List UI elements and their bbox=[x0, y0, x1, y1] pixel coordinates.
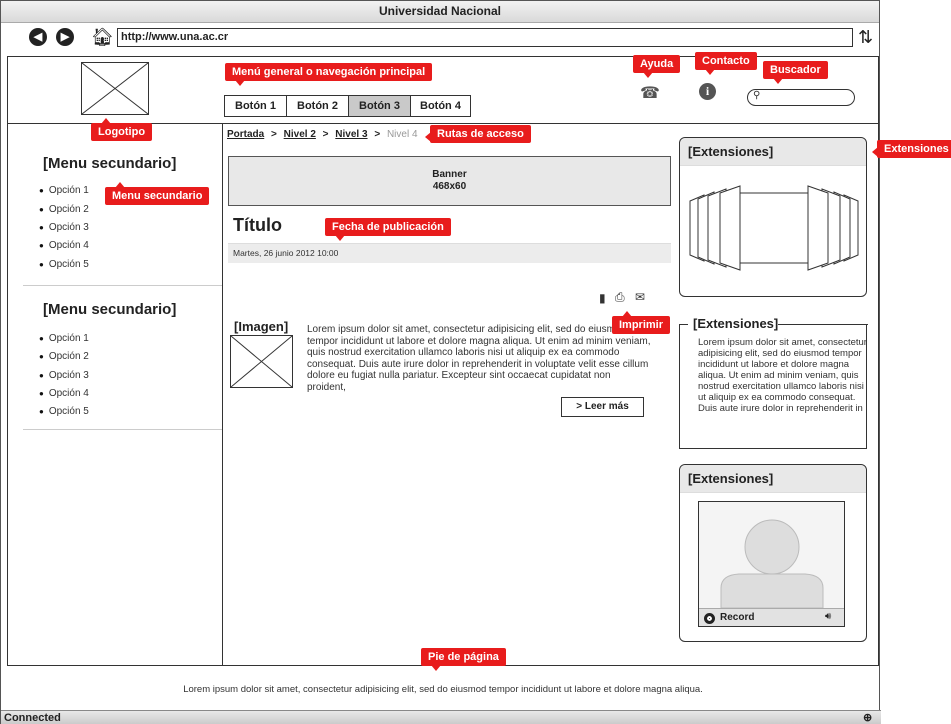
annotation-extensiones: Extensiones bbox=[872, 140, 951, 158]
nav-button-3[interactable]: Botón 3 bbox=[348, 95, 411, 117]
breadcrumb: Portada > Nivel 2 > Nivel 3 > Nivel 4 bbox=[227, 129, 418, 140]
annotation-pie: Pie de página bbox=[421, 648, 506, 671]
nav-button-1[interactable]: Botón 1 bbox=[224, 95, 287, 117]
sidebar-option[interactable]: Opción 3 bbox=[39, 370, 89, 381]
banner[interactable]: Banner 468x60 bbox=[228, 156, 671, 206]
record-icon[interactable] bbox=[704, 613, 715, 624]
extension-panel-2: [Extensiones] Lorem ipsum dolor sit amet… bbox=[679, 316, 868, 449]
sidebar-separator bbox=[23, 429, 222, 430]
nav-button-4[interactable]: Botón 4 bbox=[410, 95, 471, 117]
sidebar-title-1: [Menu secundario] bbox=[43, 155, 177, 172]
sidebar-option[interactable]: Opción 1 bbox=[39, 333, 89, 344]
search-icon: ⚲ bbox=[753, 90, 761, 101]
mail-icon[interactable]: ✉ bbox=[635, 290, 645, 304]
home-icon[interactable]: 🏠︎ bbox=[91, 27, 114, 47]
sidebar-title-2: [Menu secundario] bbox=[43, 301, 177, 318]
sidebar-option[interactable]: Opción 2 bbox=[39, 204, 89, 215]
breadcrumb-link[interactable]: Nivel 3 bbox=[335, 129, 367, 140]
sidebar-option[interactable]: Opción 4 bbox=[39, 388, 89, 399]
annotation-imprimir: Imprimir bbox=[612, 311, 671, 334]
video-widget[interactable]: Record 🔊︎ bbox=[698, 501, 845, 627]
phone-icon[interactable]: ☎ bbox=[640, 83, 660, 103]
page-title: Título bbox=[233, 215, 282, 235]
extension-panel-3: [Extensiones] Record 🔊︎ bbox=[679, 464, 867, 642]
annotation-rutas: Rutas de acceso bbox=[425, 125, 531, 143]
annotation-logotipo: Logotipo bbox=[91, 118, 153, 141]
print-icon[interactable]: ⎙ bbox=[615, 290, 625, 305]
search-input[interactable]: ⚲ bbox=[747, 89, 855, 106]
reload-icon[interactable]: ⇅ bbox=[858, 26, 873, 48]
sidebar-divider bbox=[222, 123, 223, 666]
extension-panel-1: [Extensiones] bbox=[679, 137, 867, 297]
annotation-menu-general: Menú general o navegación principal bbox=[225, 63, 433, 86]
annotation-ayuda: Ayuda bbox=[633, 55, 681, 78]
back-icon[interactable]: ◀ bbox=[29, 28, 47, 46]
banner-label: Banner bbox=[432, 169, 467, 180]
sidebar-option[interactable]: Opción 5 bbox=[39, 259, 89, 270]
speaker-icon[interactable]: 🔊︎ bbox=[825, 611, 831, 622]
globe-icon: ⊕ bbox=[863, 712, 873, 724]
footer-text: Lorem ipsum dolor sit amet, consectetur … bbox=[183, 684, 703, 695]
sidebar-option[interactable]: Opción 3 bbox=[39, 222, 89, 233]
logo-placeholder[interactable] bbox=[81, 62, 149, 115]
article-image[interactable] bbox=[230, 335, 293, 388]
address-bar[interactable]: http://www.una.ac.cr bbox=[117, 28, 853, 47]
annotation-contacto: Contacto bbox=[695, 52, 757, 75]
annotation-fecha: Fecha de publicación bbox=[325, 218, 451, 241]
article-text: Lorem ipsum dolor sit amet, consectetur … bbox=[307, 324, 651, 393]
breadcrumb-link[interactable]: Nivel 2 bbox=[284, 129, 316, 140]
status-bar: Connected ⊕ bbox=[1, 710, 881, 724]
nav-button-2[interactable]: Botón 2 bbox=[286, 95, 349, 117]
sidebar-option[interactable]: Opción 1 bbox=[39, 185, 89, 196]
sidebar-option[interactable]: Opción 4 bbox=[39, 240, 89, 251]
info-icon[interactable]: i bbox=[699, 83, 716, 100]
annotation-buscador: Buscador bbox=[763, 61, 828, 84]
image-label: [Imagen] bbox=[234, 319, 289, 334]
forward-icon[interactable]: ▶ bbox=[56, 28, 74, 46]
record-label: Record bbox=[720, 612, 755, 623]
read-more-button[interactable]: > Leer más bbox=[561, 397, 644, 417]
annotation-menu-secundario: Menu secundario bbox=[105, 182, 210, 205]
breadcrumb-current: Nivel 4 bbox=[386, 129, 418, 140]
breadcrumb-link[interactable]: Portada bbox=[227, 129, 264, 140]
extension-title: [Extensiones] bbox=[680, 465, 866, 493]
user-avatar-icon bbox=[699, 502, 844, 609]
window-title: Universidad Nacional bbox=[1, 1, 879, 23]
extension-text: Lorem ipsum dolor sit amet, consectetur … bbox=[698, 337, 867, 414]
sidebar-option[interactable]: Opción 5 bbox=[39, 406, 89, 417]
carousel-widget[interactable] bbox=[688, 183, 860, 273]
extension-title: [Extensiones] bbox=[693, 316, 779, 331]
sidebar-option[interactable]: Opción 2 bbox=[39, 351, 89, 362]
document-icon[interactable]: ▮ bbox=[599, 291, 606, 305]
extension-title: [Extensiones] bbox=[680, 138, 866, 166]
browser-window: Universidad Nacional ◀ ▶ 🏠︎ http://www.u… bbox=[0, 0, 881, 724]
banner-size: 468x60 bbox=[432, 181, 467, 192]
video-controls: Record 🔊︎ bbox=[699, 608, 844, 626]
sidebar-separator bbox=[23, 285, 222, 286]
status-text: Connected bbox=[4, 712, 61, 724]
publish-date: Martes, 26 junio 2012 10:00 bbox=[228, 243, 671, 263]
